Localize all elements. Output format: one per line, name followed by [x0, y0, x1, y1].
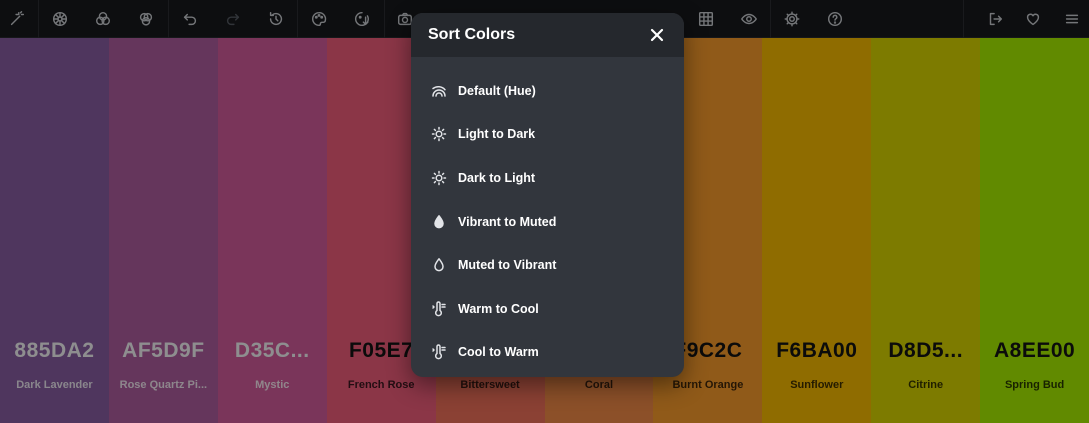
sort-option-label: Default (Hue) [458, 83, 536, 98]
sort-option[interactable]: Warm to Cool [411, 287, 684, 331]
sort-option[interactable]: Cool to Warm [411, 331, 684, 375]
temperature-icon [431, 301, 447, 317]
drop-outline-icon [431, 257, 447, 273]
sort-option[interactable]: Light to Dark [411, 113, 684, 157]
sort-option-label: Muted to Vibrant [458, 258, 557, 273]
dialog-title: Sort Colors [428, 26, 516, 43]
sort-options-list: Default (Hue) Light to Dark Dark to Light V… [411, 57, 684, 374]
sort-option[interactable]: Default (Hue) [411, 69, 684, 113]
drop-filled-icon [431, 214, 447, 230]
sun-icon [431, 170, 447, 186]
temperature-icon [431, 344, 447, 360]
sort-option-label: Dark to Light [458, 170, 536, 185]
close-icon[interactable] [647, 25, 667, 45]
sort-option[interactable]: Muted to Vibrant [411, 243, 684, 287]
sort-option-label: Cool to Warm [458, 345, 539, 360]
rainbow-icon [431, 83, 447, 99]
sort-colors-dialog: Sort Colors Default (Hue) Light to Dark Da… [411, 13, 684, 377]
sort-option-label: Vibrant to Muted [458, 214, 557, 229]
sort-option[interactable]: Vibrant to Muted [411, 200, 684, 244]
sort-option-label: Light to Dark [458, 127, 536, 142]
sort-option-label: Warm to Cool [458, 301, 539, 316]
dialog-header: Sort Colors [411, 13, 684, 57]
sort-option[interactable]: Dark to Light [411, 156, 684, 200]
sun-icon [431, 126, 447, 142]
